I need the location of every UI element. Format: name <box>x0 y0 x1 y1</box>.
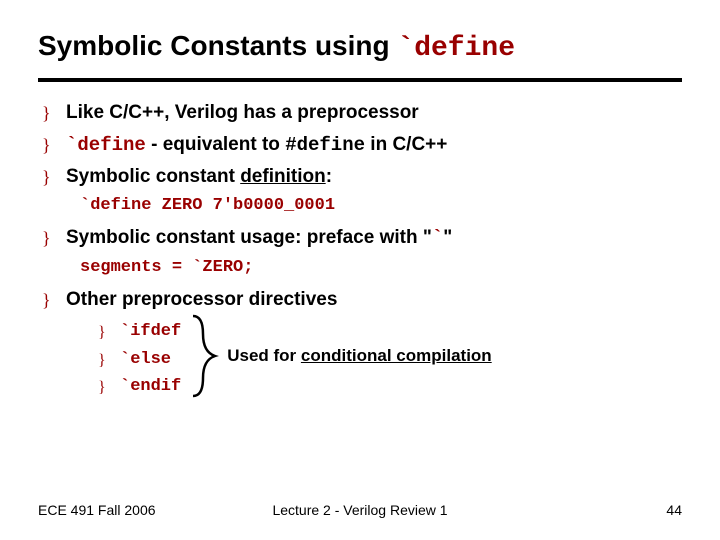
title-text: Symbolic Constants using <box>38 30 397 61</box>
bullet-2-code2: #define <box>285 134 365 156</box>
note-pre: Used for <box>227 346 301 365</box>
title-rule <box>38 78 682 82</box>
bullet-2-code1: `define <box>66 134 146 156</box>
code-example-2: segments = `ZERO; <box>38 258 682 277</box>
footer-right: 44 <box>666 502 682 518</box>
bullet-3: Symbolic constant definition: <box>38 164 682 190</box>
bullet-1: Like C/C++, Verilog has a preprocessor <box>38 100 682 126</box>
sub-bullet-list: `ifdef `else `endif <box>66 318 181 400</box>
bullet-5-text: Other preprocessor directives <box>66 289 337 310</box>
sub-bullet-else: `else <box>96 346 181 373</box>
bullet-3-pre: Symbolic constant <box>66 166 240 187</box>
slide-title: Symbolic Constants using `define <box>38 30 682 64</box>
footer-left: ECE 491 Fall 2006 <box>38 502 156 518</box>
directive-note: Used for conditional compilation <box>227 345 491 368</box>
footer-center: Lecture 2 - Verilog Review 1 <box>272 502 447 518</box>
bullet-2-mid: - equivalent to <box>146 134 285 155</box>
bullet-3-post: : <box>326 166 332 187</box>
bullet-list-2: Symbolic constant usage: preface with "`… <box>38 225 682 252</box>
bullet-2: `define - equivalent to #define in C/C++ <box>38 132 682 159</box>
bullet-5: Other preprocessor directives `ifdef `el… <box>38 287 682 401</box>
code-example-1: `define ZERO 7'b0000_0001 <box>38 196 682 215</box>
slide-footer: ECE 491 Fall 2006 Lecture 2 - Verilog Re… <box>0 502 720 518</box>
title-code: `define <box>397 33 515 64</box>
bullet-4-pre: Symbolic constant usage: preface with " <box>66 227 432 248</box>
bullet-4: Symbolic constant usage: preface with "`… <box>38 225 682 252</box>
bullet-4-post: " <box>443 227 452 248</box>
bullet-list-3: Other preprocessor directives `ifdef `el… <box>38 287 682 401</box>
bullet-list: Like C/C++, Verilog has a preprocessor `… <box>38 100 682 190</box>
bullet-3-underline: definition <box>240 166 325 187</box>
slide: Symbolic Constants using `define Like C/… <box>0 0 720 400</box>
sub-bullet-endif: `endif <box>96 373 181 400</box>
directive-row: `ifdef `else `endif Used for conditional… <box>66 312 682 400</box>
note-underline: conditional compilation <box>301 346 492 365</box>
bullet-4-tick: ` <box>432 227 443 249</box>
curly-brace-icon <box>189 312 219 400</box>
bullet-1-text: Like C/C++, Verilog has a preprocessor <box>66 102 419 123</box>
sub-bullet-ifdef: `ifdef <box>96 318 181 345</box>
bullet-2-tail: in C/C++ <box>365 134 447 155</box>
